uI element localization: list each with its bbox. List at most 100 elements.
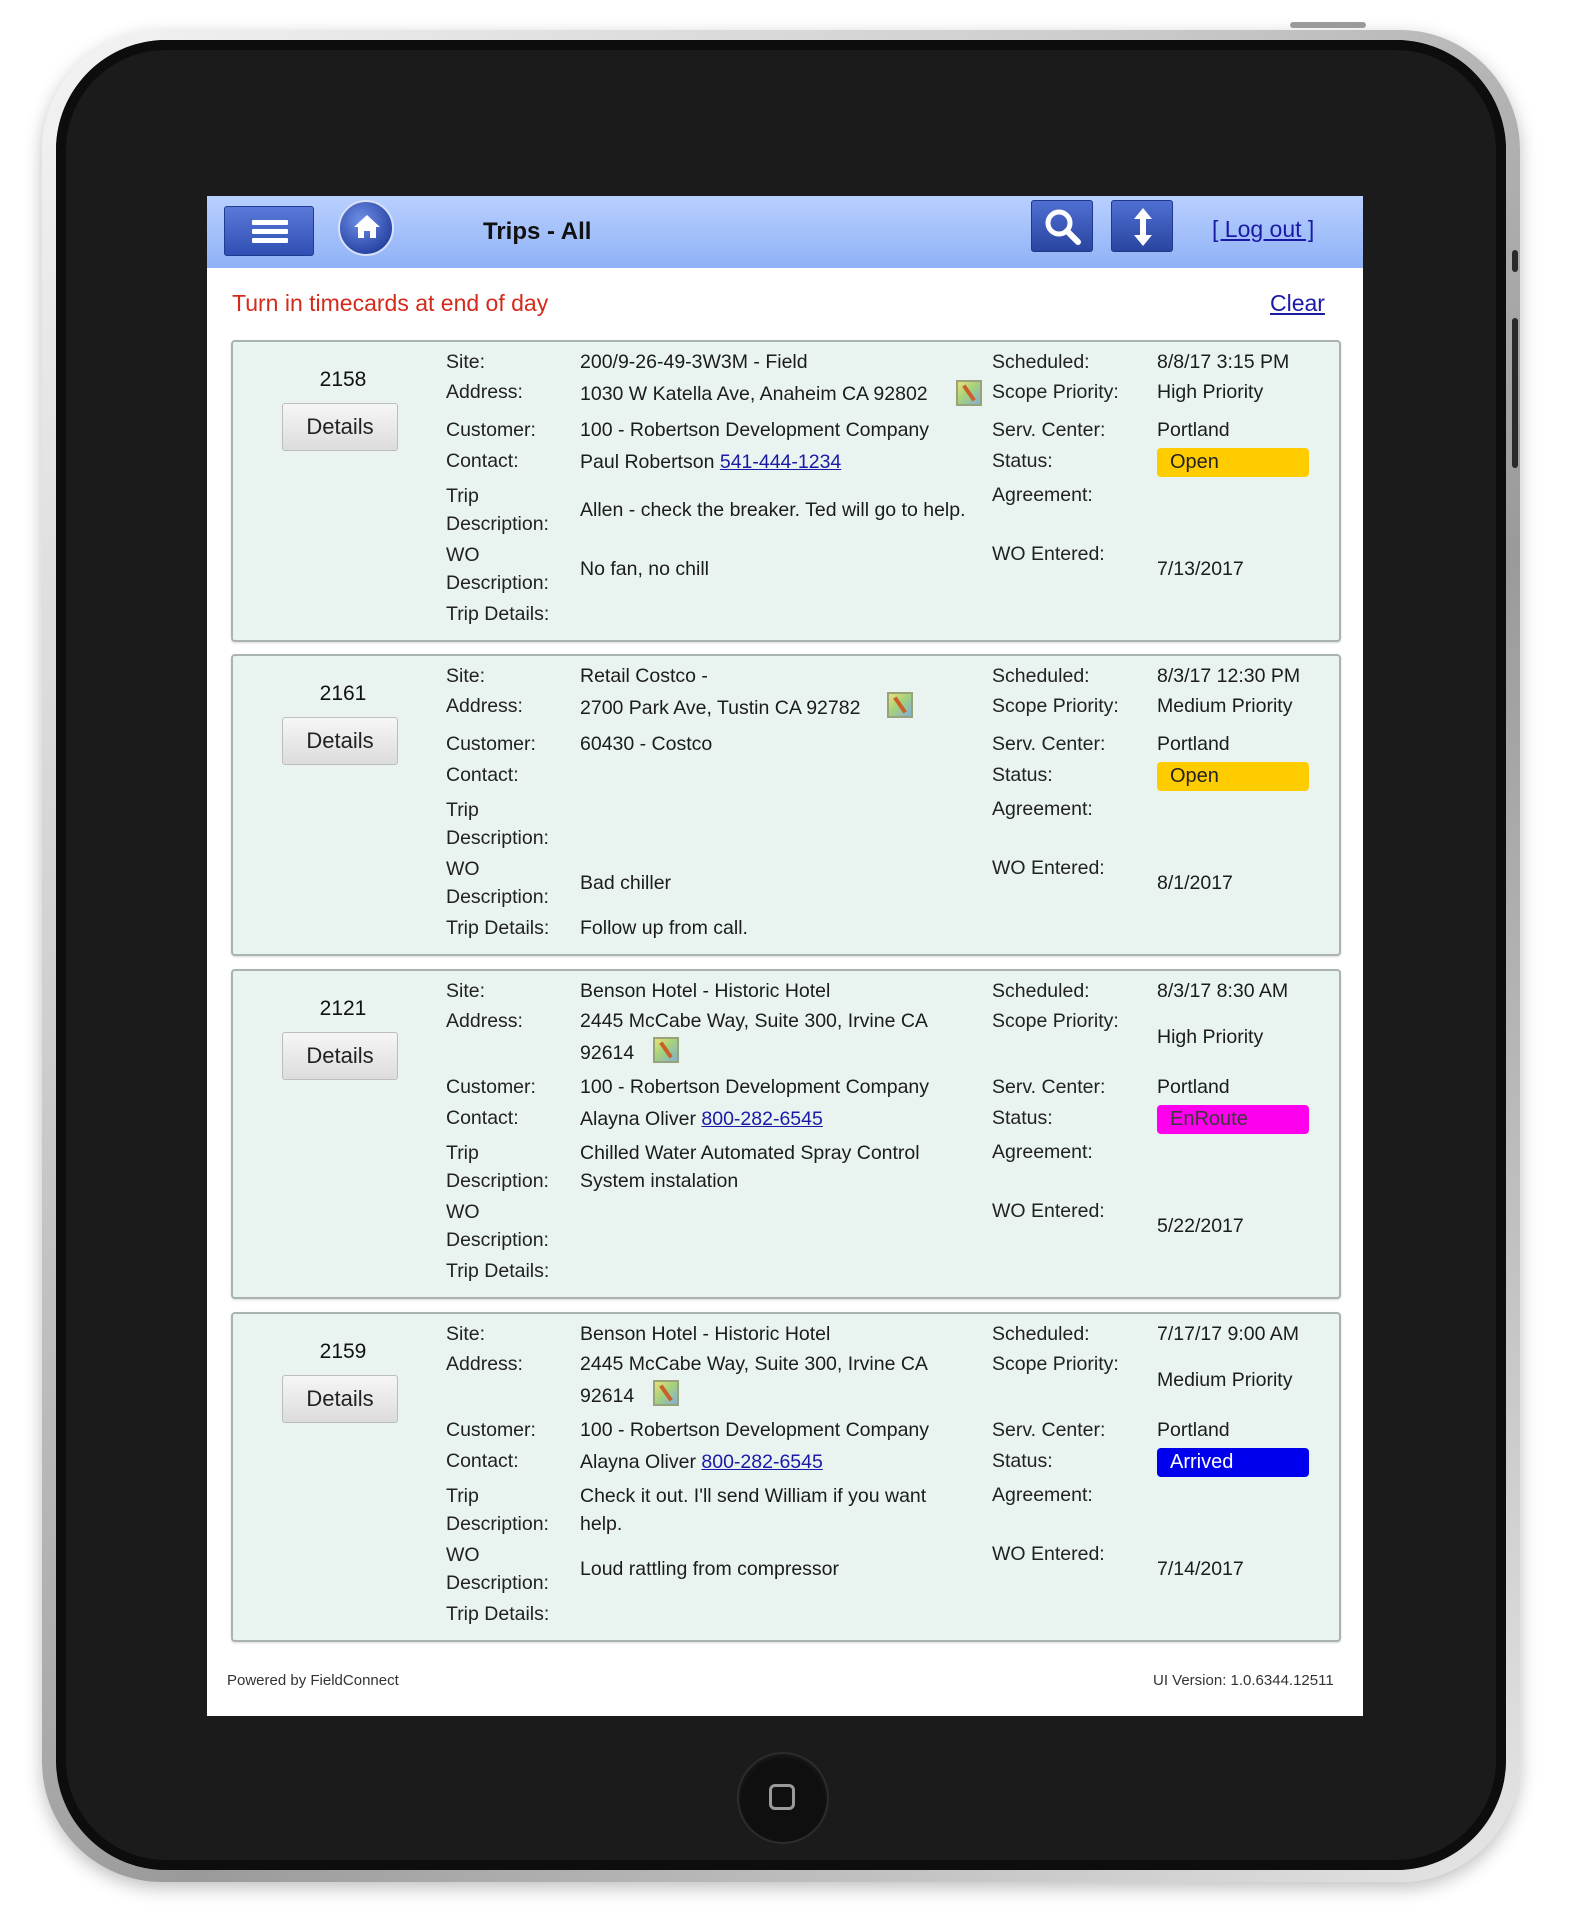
status-label: Status: [992, 1107, 1053, 1129]
site-value: 200/9-26-49-3W3M - Field [580, 351, 808, 373]
scheduled-label: Scheduled: [992, 980, 1090, 1002]
address-label: Address: [446, 1353, 523, 1375]
customer-value: 60430 - Costco [580, 733, 713, 755]
address-value: 2445 McCabe Way, Suite 300, Irvine CA [580, 1010, 928, 1032]
address-label: Address: [446, 695, 523, 717]
trip-details-label: Trip Details: [446, 603, 550, 625]
site-value: Benson Hotel - Historic Hotel [580, 1323, 831, 1345]
trip-details-value: Follow up from call. [580, 917, 748, 939]
search-icon [1045, 209, 1081, 245]
house-icon [354, 215, 380, 238]
trip-description-label: Trip Description: [446, 1142, 549, 1192]
address-label: Address: [446, 381, 523, 403]
home-button[interactable] [338, 200, 394, 256]
map-icon[interactable] [653, 1380, 679, 1406]
logout-link[interactable]: [ Log out ] [1212, 216, 1314, 243]
map-icon[interactable] [956, 380, 982, 406]
scheduled-value: 8/3/17 12:30 PM [1157, 665, 1301, 687]
trip-details-label: Trip Details: [446, 917, 550, 939]
status-badge: EnRoute [1157, 1105, 1309, 1134]
contact-name: Alayna Oliver [580, 1451, 696, 1473]
trip-card: 2161 Details Site: Retail Costco - Addre… [231, 654, 1341, 956]
agreement-label: Agreement: [992, 798, 1093, 820]
trip-number: 2159 [319, 1340, 367, 1363]
contact-label: Contact: [446, 1107, 519, 1129]
contact-value: Paul Robertson 541-444-1234 [580, 448, 841, 476]
status-badge: Open [1157, 448, 1309, 477]
scope-priority-value: High Priority [1157, 381, 1264, 403]
serv-center-label: Serv. Center: [992, 733, 1106, 755]
ui-version-text: UI Version: 1.0.6344.12511 [1153, 1672, 1334, 1689]
contact-value: Alayna Oliver 800-282-6545 [580, 1448, 823, 1476]
scope-priority-label: Scope Priority: [992, 381, 1119, 403]
customer-label: Customer: [446, 1076, 536, 1098]
contact-value: Alayna Oliver 800-282-6545 [580, 1105, 823, 1133]
wo-description-label: WO Description: [446, 1201, 549, 1251]
wo-entered-label: WO Entered: [992, 857, 1105, 879]
trip-description-label: Trip Description: [446, 799, 549, 849]
scheduled-value: 8/8/17 3:15 PM [1157, 351, 1290, 373]
scope-priority-label: Scope Priority: [992, 695, 1119, 717]
wo-description-label: WO Description: [446, 1544, 549, 1594]
home-square-icon [769, 1784, 795, 1810]
scheduled-value: 8/3/17 8:30 AM [1157, 980, 1289, 1002]
scheduled-label: Scheduled: [992, 665, 1090, 687]
trip-description-label: Trip Description: [446, 1485, 549, 1535]
wo-entered-label: WO Entered: [992, 1543, 1105, 1565]
wo-entered-label: WO Entered: [992, 1200, 1105, 1222]
trip-card: 2159 Details Site: Benson Hotel - Histor… [231, 1312, 1341, 1642]
search-button[interactable] [1031, 200, 1093, 252]
serv-center-value: Portland [1157, 1419, 1230, 1441]
scope-priority-value: High Priority [1157, 1026, 1264, 1048]
details-button[interactable]: Details [282, 1375, 398, 1423]
trip-description-value: Allen - check the breaker. Ted will go t… [580, 499, 966, 521]
customer-value: 100 - Robertson Development Company [580, 1076, 930, 1098]
address-value-line2: 92614 [580, 1042, 635, 1064]
scheduled-label: Scheduled: [992, 351, 1090, 373]
serv-center-label: Serv. Center: [992, 419, 1106, 441]
contact-phone-link[interactable]: 541-444-1234 [720, 451, 841, 473]
agreement-label: Agreement: [992, 1141, 1093, 1163]
address-value: 2700 Park Ave, Tustin CA 92782 [580, 697, 861, 719]
contact-phone-link[interactable]: 800-282-6545 [701, 1108, 822, 1130]
customer-value: 100 - Robertson Development Company [580, 419, 930, 441]
trip-details-label: Trip Details: [446, 1603, 550, 1625]
site-label: Site: [446, 665, 486, 687]
menu-button[interactable] [224, 206, 314, 256]
notice-message: Turn in timecards at end of day [232, 290, 549, 316]
contact-phone-link[interactable]: 800-282-6545 [701, 1451, 822, 1473]
wo-description-value: Bad chiller [580, 872, 672, 894]
trip-card: 2121 Details Site: Benson Hotel - Histor… [231, 969, 1341, 1299]
wo-entered-value: 7/14/2017 [1157, 1558, 1244, 1580]
serv-center-label: Serv. Center: [992, 1419, 1106, 1441]
details-button[interactable]: Details [282, 1032, 398, 1080]
trip-description-value: Chilled Water Automated Spray Control Sy… [580, 1142, 920, 1192]
customer-label: Customer: [446, 733, 536, 755]
contact-label: Contact: [446, 1450, 519, 1472]
status-label: Status: [992, 450, 1053, 472]
device-home-button[interactable] [737, 1752, 829, 1844]
customer-label: Customer: [446, 419, 536, 441]
address-value: 2445 McCabe Way, Suite 300, Irvine CA [580, 1353, 928, 1375]
map-icon[interactable] [887, 692, 913, 718]
details-button[interactable]: Details [282, 403, 398, 451]
wo-description-label: WO Description: [446, 544, 549, 594]
serv-center-value: Portland [1157, 419, 1230, 441]
details-button[interactable]: Details [282, 717, 398, 765]
map-icon[interactable] [653, 1037, 679, 1063]
agreement-label: Agreement: [992, 484, 1093, 506]
sort-button[interactable] [1111, 200, 1173, 252]
sleep-button [1290, 22, 1366, 28]
scheduled-label: Scheduled: [992, 1323, 1090, 1345]
address-label: Address: [446, 1010, 523, 1032]
scope-priority-label: Scope Priority: [992, 1353, 1119, 1375]
address-value: 1030 W Katella Ave, Anaheim CA 92802 [580, 383, 928, 405]
app-screen: Trips - All [ Log out ] Turn in timecard… [207, 196, 1363, 1716]
customer-label: Customer: [446, 1419, 536, 1441]
serv-center-value: Portland [1157, 733, 1230, 755]
hamburger-icon [252, 238, 288, 243]
contact-name: Alayna Oliver [580, 1108, 696, 1130]
volume-button [1512, 250, 1518, 272]
clear-link[interactable]: Clear [1270, 290, 1325, 317]
status-label: Status: [992, 1450, 1053, 1472]
